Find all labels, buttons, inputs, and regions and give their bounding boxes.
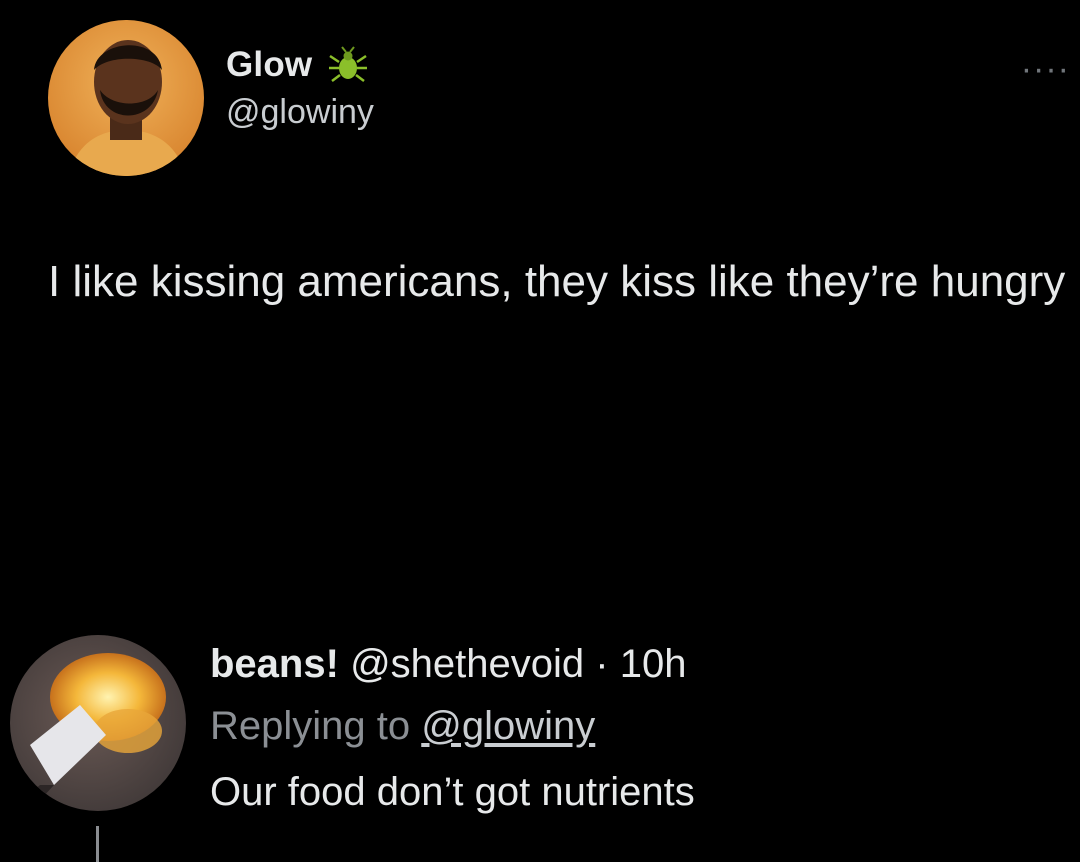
author-display-name[interactable]: Glow xyxy=(226,45,312,85)
thread-line xyxy=(96,826,99,862)
author-handle[interactable]: @glowiny xyxy=(226,93,374,132)
reply-meta: beans! @shethevoid · 10h xyxy=(210,638,1070,690)
reply-timestamp[interactable]: 10h xyxy=(620,642,687,686)
tweet-screenshot: Glow @glowiny ···· I like kissing americ… xyxy=(0,0,1080,862)
avatar-image xyxy=(48,20,204,176)
tweet-text: I like kissing americans, they kiss like… xyxy=(48,257,1066,306)
author-name-row: Glow xyxy=(226,45,374,85)
reply-author-display-name[interactable]: beans! xyxy=(210,642,339,686)
more-icon[interactable]: ···· xyxy=(1021,52,1070,86)
replying-to-row: Replying to @glowiny xyxy=(210,700,1070,752)
bug-icon xyxy=(329,45,368,82)
avatar-image xyxy=(10,635,186,811)
replying-to-link[interactable]: @glowiny xyxy=(421,704,595,748)
author-identity: Glow @glowiny xyxy=(226,45,374,132)
reply-separator: · xyxy=(595,642,609,686)
reply-author-avatar[interactable] xyxy=(10,635,186,811)
reply-author-handle[interactable]: @shethevoid xyxy=(350,642,584,686)
reply-body: beans! @shethevoid · 10h Replying to @gl… xyxy=(210,638,1070,818)
reply-text: Our food don’t got nutrients xyxy=(210,770,695,814)
tweet-header: Glow @glowiny xyxy=(48,20,374,176)
author-avatar[interactable] xyxy=(48,20,204,176)
replying-to-label: Replying to xyxy=(210,704,411,748)
